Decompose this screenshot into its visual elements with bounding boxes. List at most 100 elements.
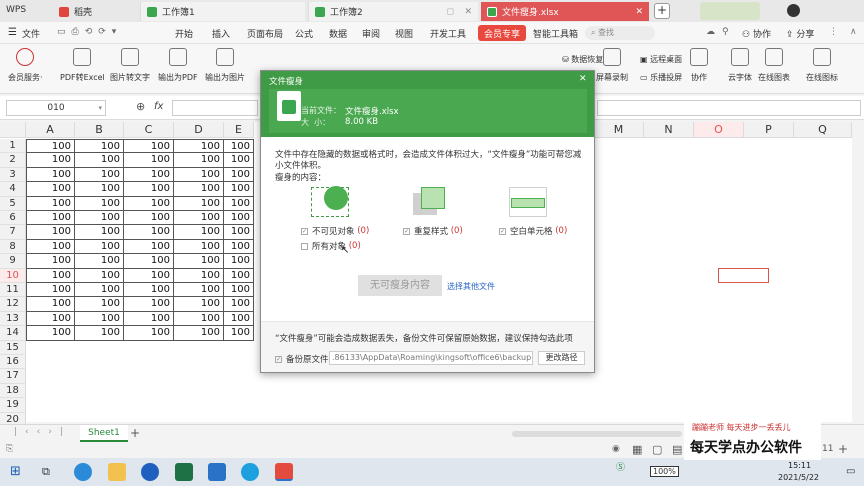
macro-icon[interactable]: ⎘ xyxy=(6,444,13,454)
menu-view[interactable]: 视图 xyxy=(395,27,413,40)
row-header-13[interactable]: 13 xyxy=(0,311,26,327)
checkbox[interactable]: ✓ xyxy=(275,355,282,363)
task-view-icon[interactable]: ⧉ xyxy=(42,465,50,479)
table-cell[interactable]: 100 xyxy=(124,326,174,341)
ribbon-member-service[interactable]: 会员服务· xyxy=(8,48,43,83)
column-header-q[interactable]: Q xyxy=(794,122,852,138)
change-path-button[interactable]: 更改路径 xyxy=(538,351,585,365)
table-cell[interactable]: 100 xyxy=(26,139,75,154)
row-header-16[interactable]: 16 xyxy=(0,355,26,370)
row-header-7[interactable]: 7 xyxy=(0,225,26,240)
table-cell[interactable]: 100 xyxy=(174,268,224,283)
new-tab-button[interactable]: + xyxy=(654,3,670,19)
row-header-3[interactable]: 3 xyxy=(0,167,26,183)
row-header-19[interactable]: 19 xyxy=(0,398,26,413)
table-cell[interactable]: 100 xyxy=(75,211,124,226)
table-cell[interactable]: 100 xyxy=(75,239,124,255)
ribbon-cloud-font[interactable]: 云字体 xyxy=(728,48,752,83)
table-cell[interactable]: 100 xyxy=(26,211,75,226)
zoom-icon[interactable]: ⊕ xyxy=(136,100,145,113)
notification-icon[interactable]: ▭ xyxy=(846,466,855,477)
option-blank-cells[interactable]: ✓ 空白单元格 (0) xyxy=(499,225,567,237)
column-header-m[interactable]: M xyxy=(594,122,644,138)
clock-date[interactable]: 2021/5/22 xyxy=(778,473,819,482)
ribbon-online-icon[interactable]: 在线图标 xyxy=(806,48,838,83)
table-cell[interactable]: 100 xyxy=(174,254,224,269)
row-header-17[interactable]: 17 xyxy=(0,369,26,384)
table-cell[interactable]: 100 xyxy=(26,326,75,341)
table-cell[interactable]: 100 xyxy=(26,311,75,327)
chevron-down-icon[interactable]: ▾ xyxy=(98,101,102,115)
table-cell[interactable]: 100 xyxy=(224,311,254,327)
table-cell[interactable]: 100 xyxy=(124,239,174,255)
sheet-tab-sheet1[interactable]: Sheet1 xyxy=(80,425,128,442)
row-header-10[interactable]: 10 xyxy=(0,268,26,283)
close-icon[interactable]: ✕ xyxy=(635,7,643,17)
column-header-p[interactable]: P xyxy=(744,122,794,138)
table-cell[interactable]: 100 xyxy=(26,225,75,240)
table-cell[interactable]: 100 xyxy=(75,326,124,341)
excel-icon[interactable] xyxy=(175,463,193,481)
avatar[interactable] xyxy=(787,4,800,17)
collab-button[interactable]: ⚇ 协作 xyxy=(742,27,771,40)
table-cell[interactable]: 100 xyxy=(174,225,224,240)
table-cell[interactable]: 100 xyxy=(124,167,174,183)
table-cell[interactable]: 100 xyxy=(124,211,174,226)
menu-smart-toolbox[interactable]: 智能工具箱 xyxy=(533,27,578,40)
table-cell[interactable]: 100 xyxy=(124,283,174,298)
clock-app-icon[interactable] xyxy=(141,463,159,481)
table-cell[interactable]: 100 xyxy=(224,326,254,341)
tab-docer[interactable]: 稻壳 xyxy=(53,2,138,21)
table-cell[interactable]: 100 xyxy=(26,167,75,183)
share-button[interactable]: ⇪ 分享 xyxy=(786,27,814,40)
table-cell[interactable]: 100 xyxy=(224,139,254,154)
close-icon[interactable]: ✕ xyxy=(579,74,587,84)
menu-home[interactable]: 开始 xyxy=(175,27,193,40)
ribbon-online-chart[interactable]: 在线图表 xyxy=(758,48,790,83)
ribbon-screen-cast[interactable]: ▭ 乐播投屏 xyxy=(640,72,682,83)
sheet-nav-arrows[interactable]: |‹‹›| xyxy=(14,427,71,437)
column-header-n[interactable]: N xyxy=(644,122,694,138)
name-box[interactable]: 010 ▾ xyxy=(6,100,106,116)
mail-icon[interactable] xyxy=(208,463,226,481)
table-cell[interactable]: 100 xyxy=(224,211,254,226)
table-cell[interactable]: 100 xyxy=(224,182,254,197)
ribbon-screen-record[interactable]: 屏幕录制 xyxy=(596,48,628,83)
checkbox[interactable]: ✓ xyxy=(403,227,410,235)
table-cell[interactable]: 100 xyxy=(124,196,174,211)
table-cell[interactable]: 100 xyxy=(224,297,254,312)
table-cell[interactable]: 100 xyxy=(224,167,254,183)
row-header-14[interactable]: 14 xyxy=(0,326,26,341)
table-cell[interactable]: 100 xyxy=(75,139,124,154)
menu-review[interactable]: 审阅 xyxy=(362,27,380,40)
table-cell[interactable]: 100 xyxy=(224,239,254,255)
menu-data[interactable]: 数据 xyxy=(329,27,347,40)
table-cell[interactable]: 100 xyxy=(124,268,174,283)
ribbon-export-image[interactable]: 输出为图片 xyxy=(205,48,245,83)
wps-tray-icon[interactable]: Ⓢ xyxy=(616,460,625,473)
table-cell[interactable]: 100 xyxy=(124,139,174,154)
eye-icon[interactable]: ◉ xyxy=(612,444,620,454)
table-cell[interactable]: 100 xyxy=(124,311,174,327)
fx-icon[interactable]: fx xyxy=(154,101,163,112)
menu-formula[interactable]: 公式 xyxy=(295,27,313,40)
column-header-a[interactable]: A xyxy=(26,122,75,138)
clock-time[interactable]: 15:11 xyxy=(788,461,811,470)
table-cell[interactable]: 100 xyxy=(174,153,224,168)
slim-button[interactable]: 无可瘦身内容 xyxy=(358,275,442,296)
close-icon[interactable]: ✕ xyxy=(464,7,472,17)
row-header-8[interactable]: 8 xyxy=(0,239,26,255)
ribbon-export-pdf[interactable]: 输出为PDF xyxy=(158,48,198,83)
battery-indicator[interactable]: 100% xyxy=(650,466,679,477)
option-invisible-objects[interactable]: ✓ 不可见对象 (0) xyxy=(301,225,369,237)
table-cell[interactable]: 100 xyxy=(75,311,124,327)
row-header-11[interactable]: 11 xyxy=(0,283,26,298)
table-cell[interactable]: 100 xyxy=(124,297,174,312)
table-cell[interactable]: 100 xyxy=(75,182,124,197)
zoom-in-button[interactable]: + xyxy=(838,442,848,456)
table-cell[interactable]: 100 xyxy=(26,297,75,312)
table-cell[interactable]: 100 xyxy=(75,153,124,168)
search-box[interactable]: ⌕ 查找 xyxy=(585,26,655,40)
pin-icon[interactable]: ◻ xyxy=(447,7,454,17)
hamburger-icon[interactable]: ☰ xyxy=(8,27,17,38)
